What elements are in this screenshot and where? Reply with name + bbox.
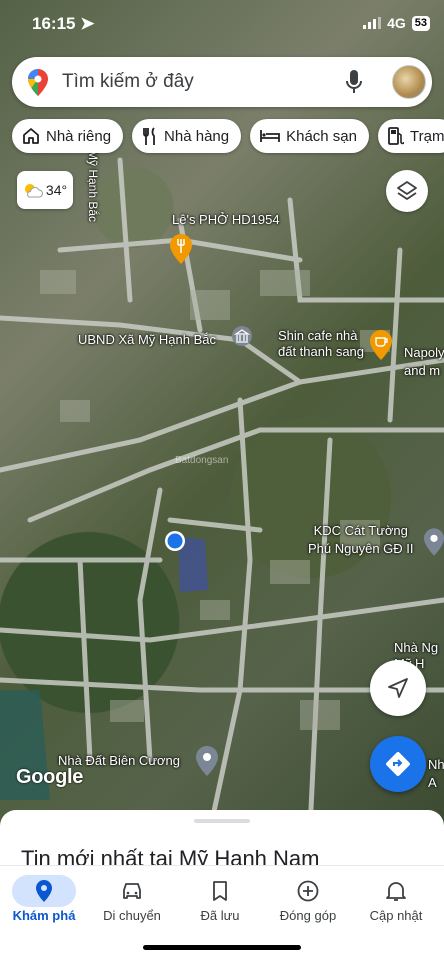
sheet-drag-handle[interactable]	[194, 819, 250, 823]
place-label[interactable]: Shin cafe nhà đất thanh sang	[278, 328, 364, 360]
explore-pin-icon	[36, 880, 52, 902]
add-circle-icon	[297, 880, 319, 902]
bell-icon	[386, 882, 406, 901]
home-icon	[23, 128, 39, 144]
nav-contribute[interactable]: Đóng góp	[264, 874, 352, 923]
weather-badge[interactable]: 34°	[17, 171, 73, 209]
status-icons: 4G 53	[363, 15, 430, 31]
nav-label: Đóng góp	[279, 908, 337, 923]
chip-home[interactable]: Nhà riêng	[12, 119, 124, 153]
partly-sunny-icon	[24, 184, 43, 198]
nav-updates[interactable]: Cập nhật	[352, 874, 440, 923]
nav-label: Cập nhật	[369, 908, 423, 923]
navigation-arrow-icon	[388, 678, 408, 698]
chip-label: Nhà hàng	[164, 127, 230, 145]
search-bar[interactable]: Tìm kiếm ở đây	[12, 57, 432, 107]
chip-restaurants[interactable]: Nhà hàng	[132, 119, 242, 153]
status-time-text: 16:15	[32, 14, 76, 33]
google-logo: Google	[16, 766, 84, 788]
search-input[interactable]: Tìm kiếm ở đây	[62, 71, 194, 93]
status-time: 16:15 ➤	[32, 14, 94, 34]
place-label[interactable]: KDC Cát Tường Phú Nguyên GĐ II	[308, 522, 414, 558]
maps-pin-logo-icon	[28, 69, 48, 96]
nav-explore[interactable]: Khám phá	[0, 874, 88, 923]
location-arrow-icon: ➤	[80, 14, 95, 33]
place-label[interactable]: UBND Xã Mỹ Hạnh Bắc	[78, 332, 216, 347]
avatar[interactable]	[392, 65, 426, 99]
layers-icon	[397, 181, 417, 200]
chip-gas[interactable]: Trạm	[378, 119, 444, 153]
place-label[interactable]: Nh A	[428, 756, 444, 792]
battery-icon: 53	[411, 15, 430, 31]
chip-label: Trạm	[410, 127, 444, 145]
restaurant-icon	[143, 127, 155, 145]
directions-button[interactable]	[370, 736, 426, 792]
signal-icon	[363, 17, 382, 29]
network-type: 4G	[387, 15, 406, 31]
watermark-text: Batdongsan	[175, 455, 229, 466]
road-label: Mỹ Hạnh Bắc	[86, 150, 100, 223]
nav-label: Đã lưu	[200, 908, 240, 923]
mic-icon[interactable]	[346, 70, 362, 94]
gas-station-icon	[388, 127, 404, 145]
chip-label: Khách sạn	[286, 127, 357, 145]
status-bar: 16:15 ➤ 4G 53	[0, 0, 444, 48]
my-location-button[interactable]	[370, 660, 426, 716]
nav-label: Khám phá	[12, 908, 76, 923]
hotel-icon	[260, 130, 281, 142]
nav-commute[interactable]: Di chuyển	[88, 874, 176, 923]
car-icon	[123, 883, 141, 899]
chip-hotels[interactable]: Khách sạn	[250, 119, 369, 153]
directions-icon	[386, 752, 410, 776]
nav-label: Di chuyển	[103, 908, 161, 923]
nav-saved[interactable]: Đã lưu	[176, 874, 264, 923]
place-label[interactable]: Lê's PHỞ HD1954	[172, 212, 280, 227]
bookmark-icon	[213, 881, 227, 901]
place-label[interactable]: Napoly and m	[404, 344, 444, 380]
layers-button[interactable]	[386, 170, 428, 212]
category-chips: Nhà riêng Nhà hàng Khách sạn Trạm	[12, 119, 444, 153]
chip-label: Nhà riêng	[46, 127, 112, 145]
home-indicator[interactable]	[143, 945, 301, 950]
weather-temp: 34°	[45, 182, 68, 198]
